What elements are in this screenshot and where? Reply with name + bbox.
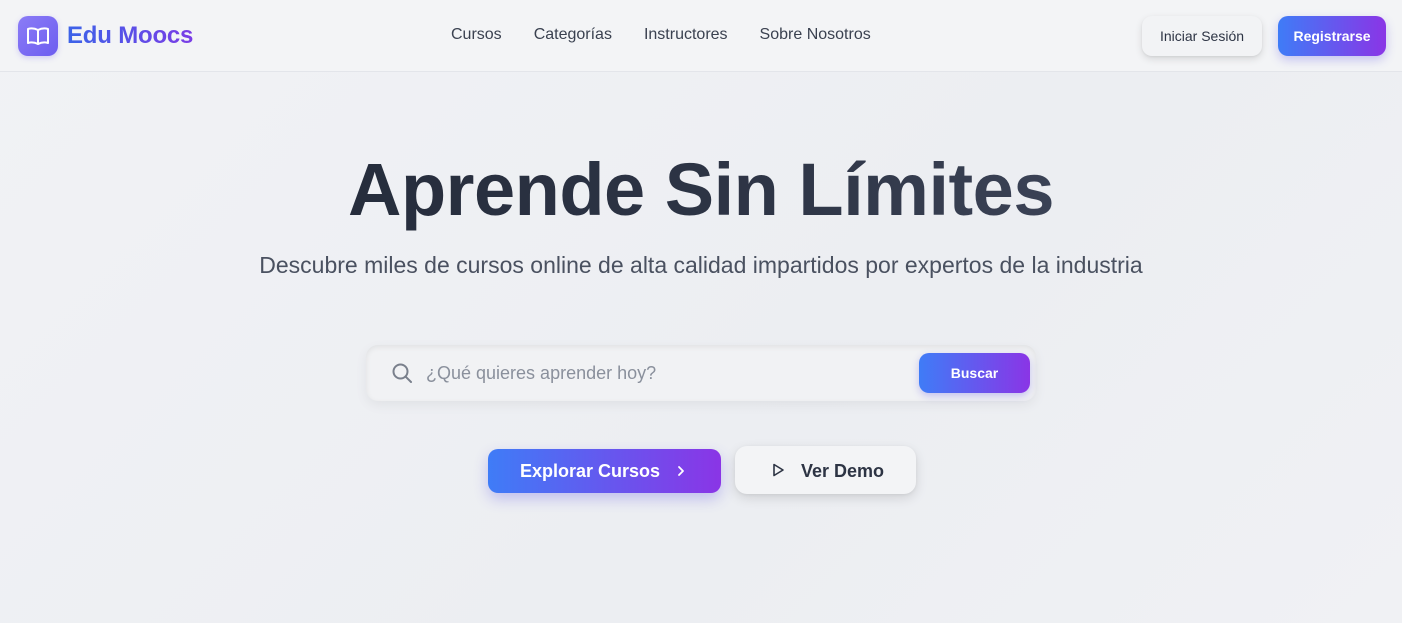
nav-link-cursos[interactable]: Cursos bbox=[451, 25, 502, 45]
play-icon bbox=[773, 463, 784, 477]
hero-subtitle: Descubre miles de cursos online de alta … bbox=[259, 252, 1143, 278]
login-button[interactable]: Iniciar Sesión bbox=[1142, 16, 1262, 56]
register-button[interactable]: Registrarse bbox=[1278, 16, 1386, 56]
navbar: Edu Moocs Cursos Categorías Instructores… bbox=[0, 0, 1402, 72]
nav-link-sobre-nosotros[interactable]: Sobre Nosotros bbox=[760, 25, 871, 45]
view-demo-button[interactable]: Ver Demo bbox=[735, 446, 916, 494]
search-input[interactable] bbox=[426, 359, 906, 387]
nav-link-instructores[interactable]: Instructores bbox=[644, 25, 728, 45]
chevron-right-icon bbox=[678, 466, 684, 476]
explore-courses-button[interactable]: Explorar Cursos bbox=[488, 449, 721, 493]
logo bbox=[18, 16, 58, 56]
search-icon bbox=[392, 363, 412, 383]
view-demo-label: Ver Demo bbox=[801, 461, 885, 481]
hero-title: Aprende Sin Límites bbox=[0, 148, 1402, 232]
search-button[interactable]: Buscar bbox=[919, 353, 1030, 393]
main-nav: Cursos Categorías Instructores Sobre Nos… bbox=[451, 25, 903, 45]
explore-courses-label: Explorar Cursos bbox=[520, 461, 661, 481]
search-bar: Buscar bbox=[366, 345, 1036, 401]
open-book-icon bbox=[27, 27, 49, 45]
nav-link-categorias[interactable]: Categorías bbox=[534, 25, 612, 45]
brand[interactable]: Edu Moocs bbox=[18, 16, 193, 56]
brand-name: Edu Moocs bbox=[67, 22, 194, 49]
